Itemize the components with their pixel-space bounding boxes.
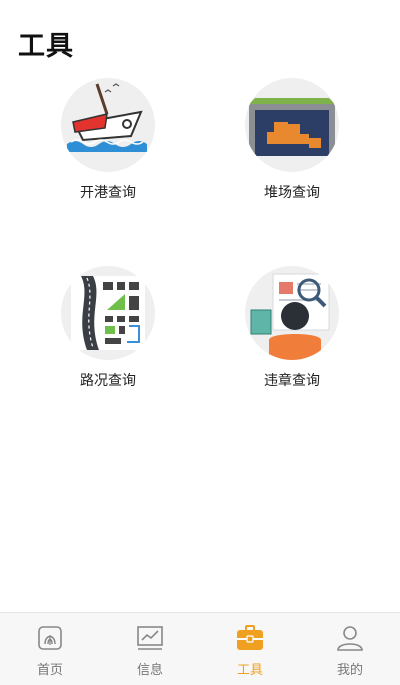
tab-label: 工具 <box>236 663 263 678</box>
tool-violation[interactable]: 违章查询 <box>212 266 372 390</box>
tab-label: 信息 <box>136 663 163 678</box>
chart-icon <box>137 626 163 650</box>
bottom-tab-bar: 首页 信息 工具 我的 <box>0 612 400 685</box>
tool-yard[interactable]: 堆场查询 <box>212 78 372 202</box>
tab-label: 首页 <box>36 663 63 678</box>
tool-label: 堆场查询 <box>264 185 320 201</box>
tab-tools[interactable]: 工具 <box>200 613 300 685</box>
tab-home[interactable]: 首页 <box>0 613 100 685</box>
tool-label: 开港查询 <box>80 185 136 201</box>
ship-icon <box>61 78 155 172</box>
user-icon <box>337 626 363 651</box>
violation-search-icon <box>245 266 339 360</box>
tool-road-status[interactable]: 路况查询 <box>28 266 188 390</box>
tool-label: 路况查询 <box>80 373 136 389</box>
home-icon <box>38 626 62 650</box>
page-title: 工具 <box>18 31 74 62</box>
tool-port-opening[interactable]: 开港查询 <box>28 78 188 202</box>
tab-info[interactable]: 信息 <box>100 613 200 685</box>
toolbox-icon <box>237 625 263 650</box>
warehouse-icon <box>245 78 339 172</box>
tab-me[interactable]: 我的 <box>300 613 400 685</box>
tool-label: 违章查询 <box>264 373 320 389</box>
road-map-icon <box>61 266 155 360</box>
tab-label: 我的 <box>336 663 363 678</box>
